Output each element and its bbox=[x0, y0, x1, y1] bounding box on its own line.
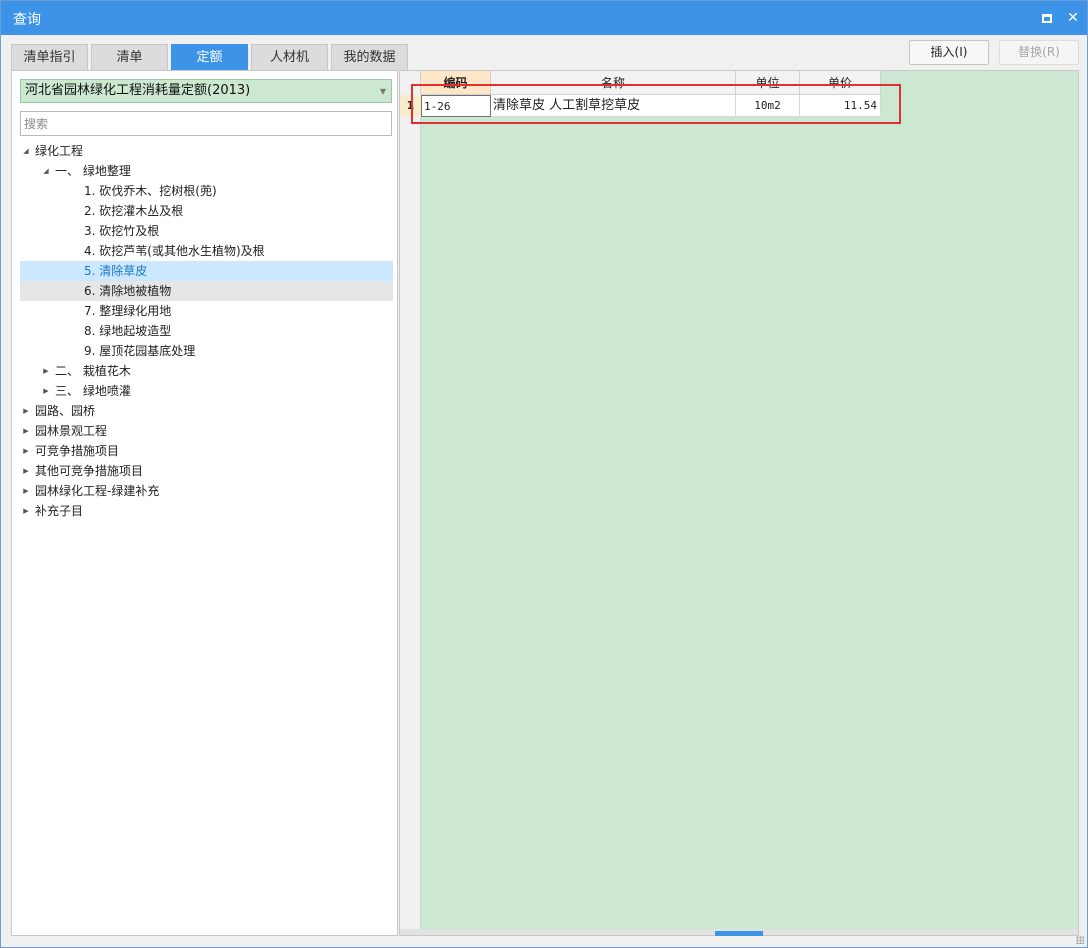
tree-node[interactable]: 4. 砍挖芦苇(或其他水生植物)及根 bbox=[20, 241, 393, 261]
tree-node[interactable]: 9. 屋顶花园基底处理 bbox=[20, 341, 393, 361]
tree-node[interactable]: ▶ 补充子目 bbox=[20, 501, 393, 521]
tree-node[interactable]: ▶ 可竞争措施项目 bbox=[20, 441, 393, 461]
tree-node-label: 6. 清除地被植物 bbox=[84, 284, 172, 298]
tree-node-label: 7. 整理绿化用地 bbox=[84, 304, 172, 318]
collapse-arrow-icon[interactable]: ▶ bbox=[20, 501, 32, 521]
resize-grip-icon[interactable] bbox=[1076, 936, 1084, 944]
tree-node-label: 可竞争措施项目 bbox=[35, 444, 120, 458]
tree-node[interactable]: ▶ 三、 绿地喷灌 bbox=[20, 381, 393, 401]
tree-node-label: 8. 绿地起坡造型 bbox=[84, 324, 172, 338]
grid-header-filler bbox=[881, 71, 1078, 95]
close-icon[interactable]: ✕ bbox=[1063, 8, 1083, 28]
tree-node[interactable]: ▶ 园林绿化工程-绿建补充 bbox=[20, 481, 393, 501]
tab-labor-material-machine[interactable]: 人材机 bbox=[251, 44, 328, 70]
tree-node[interactable]: ▶ 二、 栽植花木 bbox=[20, 361, 393, 381]
tree-node[interactable]: ▶ 园林景观工程 bbox=[20, 421, 393, 441]
expand-arrow-icon[interactable]: ◢ bbox=[20, 141, 32, 161]
tree-node-label: 园林绿化工程-绿建补充 bbox=[35, 484, 160, 498]
collapse-arrow-icon[interactable]: ▶ bbox=[20, 401, 32, 421]
tree-node[interactable]: 5. 清除草皮 bbox=[20, 261, 393, 281]
maximize-icon[interactable] bbox=[1037, 8, 1057, 28]
tree-node[interactable]: ◢ 一、 绿地整理 bbox=[20, 161, 393, 181]
row-number-column bbox=[400, 71, 421, 929]
tree-node[interactable]: ◢ 绿化工程 bbox=[20, 141, 393, 161]
tree-node[interactable]: 2. 砍挖灌木丛及根 bbox=[20, 201, 393, 221]
collapse-arrow-icon[interactable]: ▶ bbox=[20, 421, 32, 441]
search-input[interactable] bbox=[20, 111, 392, 136]
window-title: 查询 bbox=[13, 12, 41, 28]
tree-node-label: 二、 栽植花木 bbox=[55, 364, 131, 378]
tab-my-data[interactable]: 我的数据 bbox=[331, 44, 408, 70]
grid-empty-area bbox=[421, 95, 1078, 929]
chevron-down-icon[interactable]: ▼ bbox=[380, 81, 386, 103]
right-panel: 编码 名称 单位 单价 1 1-26 清除草皮 人工割草挖草皮 10m2 11.… bbox=[399, 70, 1079, 936]
query-window: 查询 ✕ 清单指引 清单 定额 人材机 我的数据 插入(I) 替换(R) 河北省… bbox=[0, 0, 1088, 948]
left-panel: 河北省园林绿化工程消耗量定额(2013) ▼ ◢绿化工程◢一、 绿地整理1. 砍… bbox=[11, 70, 398, 936]
tree-node-label: 园路、园桥 bbox=[35, 404, 96, 418]
tree-node[interactable]: 6. 清除地被植物 bbox=[20, 281, 393, 301]
tree-node-label: 5. 清除草皮 bbox=[84, 264, 148, 278]
tree-node-label: 2. 砍挖灌木丛及根 bbox=[84, 204, 184, 218]
tree-node-label: 三、 绿地喷灌 bbox=[55, 384, 131, 398]
tree-node-label: 补充子目 bbox=[35, 504, 84, 518]
tree-node-label: 其他可竞争措施项目 bbox=[35, 464, 144, 478]
quota-tree: ◢ 绿化工程 ◢ 一、 绿地整理 1. 砍伐乔木、挖树根(蔸) 2. 砍挖灌木丛及根 3. … bbox=[20, 141, 393, 521]
tree-node-label: 1. 砍伐乔木、挖树根(蔸) bbox=[84, 184, 217, 198]
collapse-arrow-icon[interactable]: ▶ bbox=[20, 441, 32, 461]
insert-button[interactable]: 插入(I) bbox=[909, 40, 989, 65]
collapse-arrow-icon[interactable]: ▶ bbox=[40, 381, 52, 401]
tree-node[interactable]: 1. 砍伐乔木、挖树根(蔸) bbox=[20, 181, 393, 201]
tab-quota[interactable]: 定额 bbox=[171, 44, 248, 70]
tree-node-label: 9. 屋顶花园基底处理 bbox=[84, 344, 196, 358]
tree-node-label: 园林景观工程 bbox=[35, 424, 108, 438]
expand-arrow-icon[interactable]: ◢ bbox=[40, 161, 52, 181]
tab-bill[interactable]: 清单 bbox=[91, 44, 168, 70]
tree-node[interactable]: ▶ 其他可竞争措施项目 bbox=[20, 461, 393, 481]
tree-node-label: 3. 砍挖竹及根 bbox=[84, 224, 160, 238]
tree-node[interactable]: 7. 整理绿化用地 bbox=[20, 301, 393, 321]
tree-node-label: 4. 砍挖芦苇(或其他水生植物)及根 bbox=[84, 244, 265, 258]
replace-button[interactable]: 替换(R) bbox=[999, 40, 1079, 65]
collapse-arrow-icon[interactable]: ▶ bbox=[20, 461, 32, 481]
collapse-arrow-icon[interactable]: ▶ bbox=[40, 361, 52, 381]
highlight-annotation-box bbox=[411, 84, 901, 124]
tree-node[interactable]: 8. 绿地起坡造型 bbox=[20, 321, 393, 341]
collapse-arrow-icon[interactable]: ▶ bbox=[20, 481, 32, 501]
title-bar[interactable]: 查询 ✕ bbox=[1, 1, 1087, 35]
tree-node[interactable]: 3. 砍挖竹及根 bbox=[20, 221, 393, 241]
library-select-value: 河北省园林绿化工程消耗量定额(2013) bbox=[25, 83, 251, 98]
splitter-handle[interactable] bbox=[715, 931, 763, 936]
library-select[interactable]: 河北省园林绿化工程消耗量定额(2013) ▼ bbox=[20, 79, 392, 103]
tree-node-label: 一、 绿地整理 bbox=[55, 164, 131, 178]
tree-node-label: 绿化工程 bbox=[35, 144, 84, 158]
tab-bill-guide[interactable]: 清单指引 bbox=[11, 44, 88, 70]
tree-node[interactable]: ▶ 园路、园桥 bbox=[20, 401, 393, 421]
